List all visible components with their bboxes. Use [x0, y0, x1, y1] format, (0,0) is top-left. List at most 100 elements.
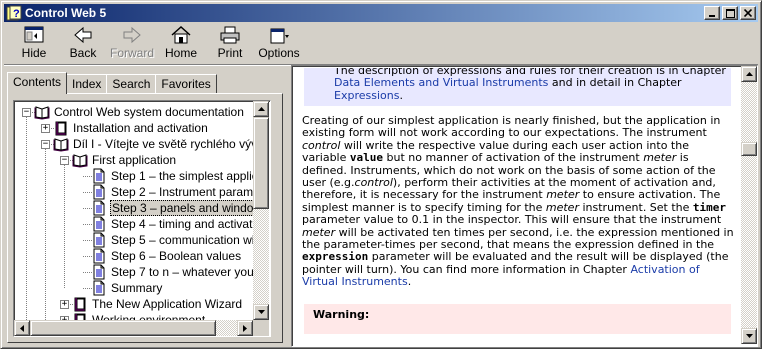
tree-node[interactable]: Step 2 – Instrument parameters: [91, 184, 255, 200]
tree-node-label: Step 3 – panels and windows: [110, 200, 255, 216]
home-button[interactable]: Home: [157, 23, 205, 63]
tree-scroll-up-button[interactable]: [253, 101, 269, 117]
tree-node[interactable]: Summary: [91, 280, 163, 296]
arrow-right-icon: [243, 324, 247, 332]
book-open-icon: [34, 106, 50, 120]
page-icon: [93, 184, 105, 200]
tree-scroll-right-button[interactable]: [237, 320, 253, 336]
page-icon: [93, 168, 105, 184]
tab-contents[interactable]: Contents: [7, 72, 68, 94]
para-text: parameter value to 0.1 in the inspector.…: [302, 213, 722, 227]
contents-tree: − Control Web system documentation + Instal…: [13, 100, 271, 337]
book-open-icon: [72, 154, 88, 168]
para-italic: meter: [643, 151, 677, 165]
topic-content: The description of expressions and rules…: [291, 65, 758, 347]
svg-text:?: ?: [13, 8, 20, 20]
tree-vertical-thumb[interactable]: [253, 117, 269, 209]
book-closed-icon: [55, 121, 67, 136]
tree-node-label: Summary: [111, 281, 163, 295]
para-italic: meter: [302, 225, 336, 239]
tree-node-label: First application: [92, 153, 177, 167]
back-arrow-icon: [74, 26, 92, 44]
options-icon: [270, 28, 289, 44]
window-title: Control Web 5: [25, 6, 107, 20]
page-icon: [93, 280, 105, 296]
options-label: Options: [258, 46, 300, 60]
tree-node-label: Working environment: [92, 313, 206, 320]
tree-node[interactable]: Step 7 to n – whatever you can do: [91, 264, 255, 280]
print-button[interactable]: Print: [206, 23, 254, 63]
options-button[interactable]: Options: [255, 23, 303, 63]
tree-node[interactable]: Installation and activation: [53, 120, 209, 136]
tree-node[interactable]: Step 5 – communication with drivers: [91, 232, 255, 248]
tree-node-label: Step 5 – communication with drivers: [111, 233, 255, 247]
hide-panel-icon: [24, 26, 44, 43]
content-scroll-down-button[interactable]: [741, 328, 757, 344]
minimize-icon: [709, 14, 715, 17]
para-italic: meter: [546, 188, 580, 202]
close-button[interactable]: [740, 6, 756, 20]
forward-label: Forward: [109, 46, 154, 60]
tree-connector: [45, 144, 46, 320]
tree-node[interactable]: Step 1 – the simplest application: [91, 168, 255, 184]
tree-horizontal-thumb[interactable]: [30, 320, 216, 336]
tree-node[interactable]: Díl I - Vítejte ve světě rychlého vývoje: [53, 136, 255, 152]
content-vertical-scrollbar[interactable]: [741, 66, 757, 344]
content-scroll-up-button[interactable]: [741, 66, 757, 82]
tree-node[interactable]: Step 6 – Boolean values: [91, 248, 242, 264]
tree-viewport: − Control Web system documentation + Instal…: [16, 103, 255, 320]
note-text-2: and in detail in Chapter: [548, 76, 682, 90]
tree-node[interactable]: Step 3 – panels and windows: [91, 200, 255, 216]
link-expressions[interactable]: Expressions: [334, 89, 399, 102]
toolbar: Hide Back Forward Home Print Options: [4, 23, 758, 63]
tree-node[interactable]: Working environment: [72, 312, 206, 320]
para-text: will be activated ten times per second, …: [302, 225, 734, 252]
hide-button[interactable]: Hide: [10, 23, 58, 63]
note-box: The description of expressions and rules…: [304, 68, 731, 107]
code-expression: expression: [302, 250, 369, 264]
tab-index[interactable]: Index: [66, 74, 108, 94]
tree-scroll-down-button[interactable]: [253, 304, 269, 320]
expand-icon[interactable]: +: [60, 300, 69, 309]
title-bar[interactable]: ? Control Web 5: [4, 4, 758, 22]
arrow-down-icon: [257, 310, 265, 314]
tree-node[interactable]: Control Web system documentation: [34, 104, 245, 120]
para-text: Creating of our simplest application is …: [302, 114, 721, 140]
book-closed-icon: [74, 313, 86, 320]
back-button[interactable]: Back: [59, 23, 107, 63]
arrow-down-icon: [745, 334, 753, 338]
tree-node[interactable]: First application: [72, 152, 177, 168]
forward-arrow-icon: [123, 26, 141, 44]
forward-button[interactable]: Forward: [108, 23, 156, 63]
arrow-up-icon: [257, 107, 265, 111]
note-text-3: .: [399, 88, 403, 102]
collapse-icon[interactable]: −: [60, 156, 69, 165]
book-closed-icon: [74, 297, 86, 312]
tree-scroll-left-button[interactable]: [14, 320, 30, 336]
page-icon: [93, 200, 105, 216]
tree-node-label: The New Application Wizard: [92, 297, 243, 311]
tree-node-label: Step 4 – timing and activation: [111, 217, 255, 231]
tab-search[interactable]: Search: [106, 74, 157, 94]
expand-icon[interactable]: +: [41, 124, 50, 133]
tree-node[interactable]: Step 4 – timing and activation: [91, 216, 255, 232]
page-icon: [93, 216, 105, 232]
home-label: Home: [164, 46, 197, 60]
topic-viewport: The description of expressions and rules…: [294, 68, 741, 346]
link-data-elements[interactable]: Data Elements and Virtual Instruments: [334, 76, 548, 89]
content-vertical-thumb[interactable]: [741, 142, 757, 156]
tree-node[interactable]: The New Application Wizard: [72, 296, 243, 312]
page-icon: [93, 232, 105, 248]
tree-node-label: Control Web system documentation: [54, 105, 244, 119]
collapse-icon[interactable]: −: [22, 108, 31, 117]
maximize-button[interactable]: [722, 6, 738, 20]
minimize-button[interactable]: [704, 6, 720, 20]
hide-label: Hide: [21, 46, 47, 60]
tree-connector: [26, 112, 27, 320]
para-text: instrument. Set the: [578, 200, 693, 214]
para-text: but no manner of activation of the instr…: [383, 151, 644, 165]
collapse-icon[interactable]: −: [41, 140, 50, 149]
code-timer: timer: [692, 200, 727, 214]
page-icon: [93, 264, 105, 280]
tab-favorites[interactable]: Favorites: [155, 74, 217, 94]
